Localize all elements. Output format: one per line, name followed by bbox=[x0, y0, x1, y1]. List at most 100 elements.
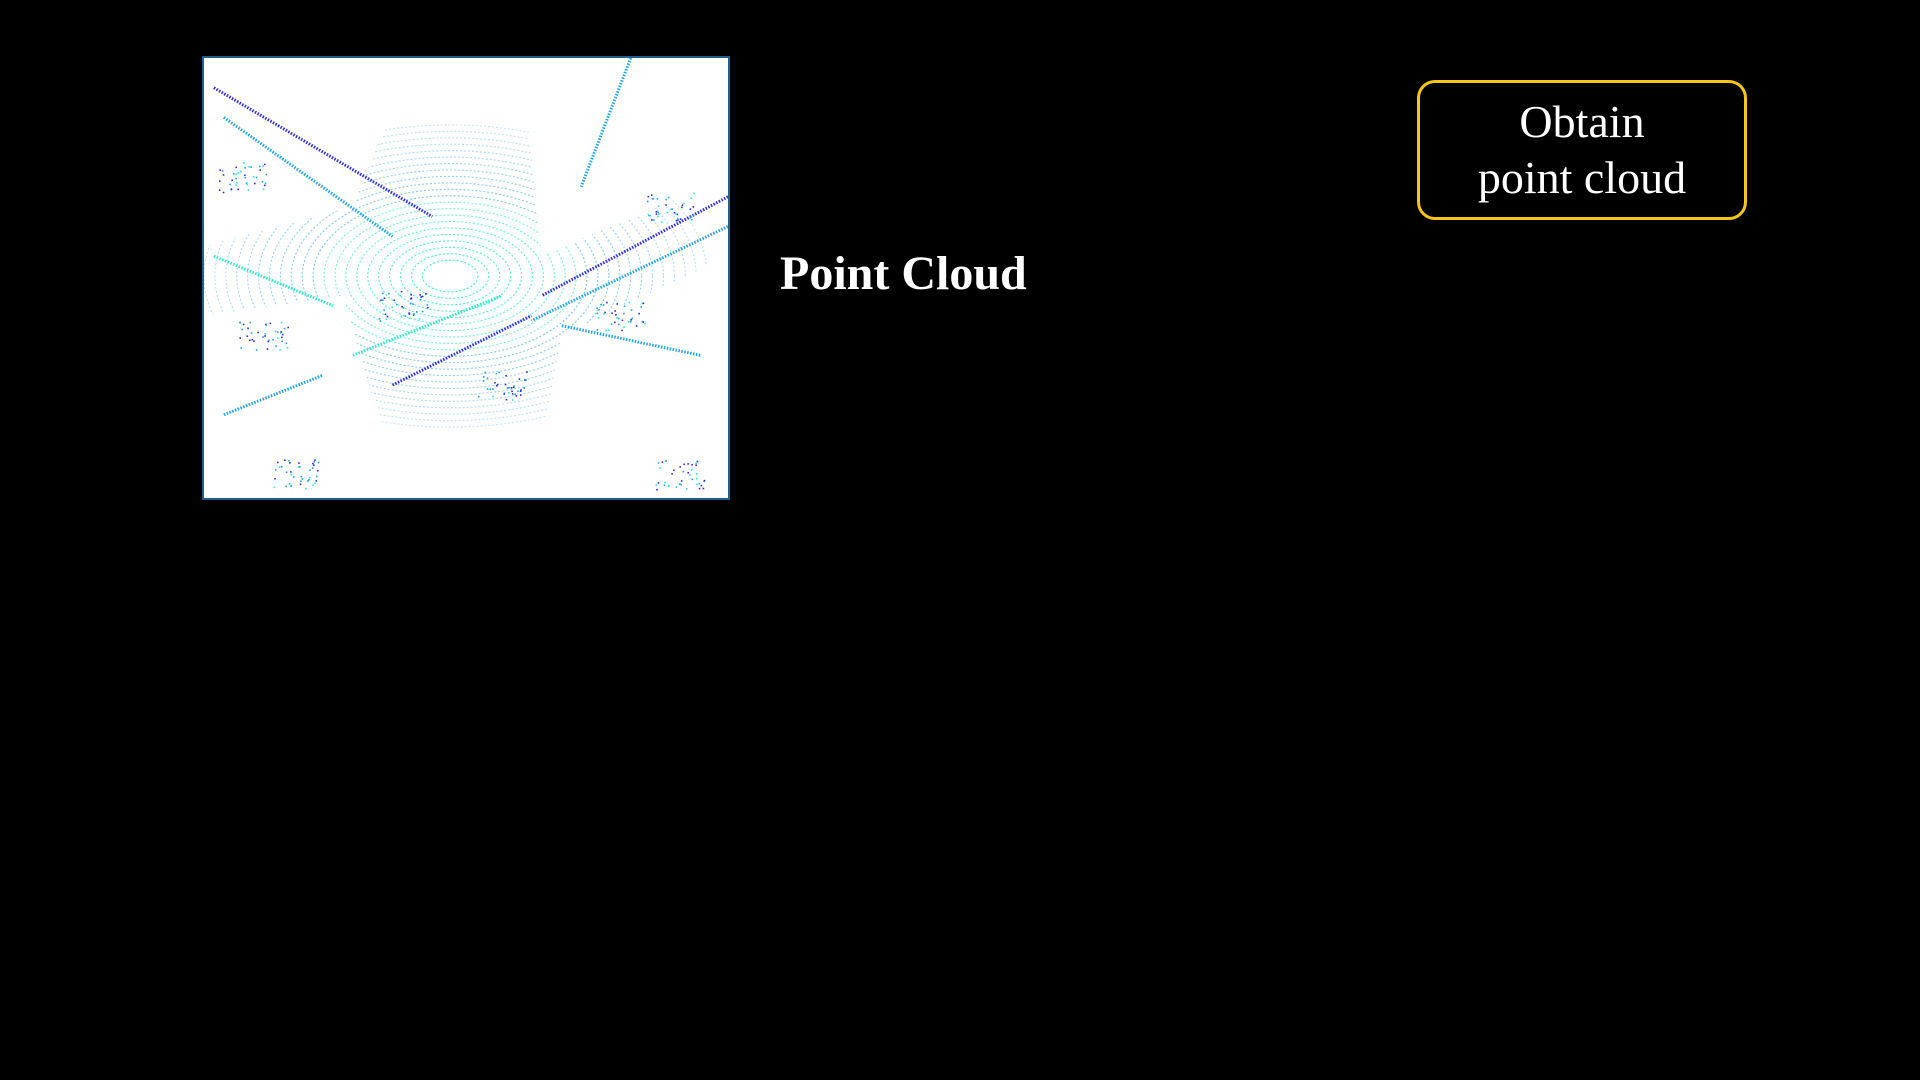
clutter-point bbox=[673, 212, 676, 214]
clutter-point bbox=[281, 336, 283, 339]
clutter-point bbox=[250, 166, 252, 168]
clutter-point bbox=[504, 383, 507, 386]
clutter-point bbox=[281, 340, 283, 343]
clutter-point bbox=[314, 459, 316, 461]
clutter-point bbox=[607, 329, 610, 331]
clutter-point bbox=[511, 393, 514, 395]
clutter-point bbox=[246, 183, 249, 186]
clutter-point bbox=[623, 305, 626, 308]
scan-ring bbox=[399, 246, 501, 306]
clutter-point bbox=[382, 299, 384, 301]
clutter-point bbox=[218, 189, 221, 191]
clutter-point bbox=[695, 462, 698, 465]
clutter-point bbox=[657, 462, 660, 464]
clutter-point bbox=[679, 218, 682, 220]
clutter-point bbox=[638, 312, 640, 315]
clutter-point bbox=[596, 307, 598, 309]
clutter-point bbox=[248, 166, 250, 168]
clutter-point bbox=[410, 298, 412, 300]
clutter-point bbox=[245, 182, 248, 184]
clutter-point bbox=[235, 181, 238, 184]
clutter-point bbox=[691, 463, 693, 466]
clutter-point bbox=[692, 214, 695, 217]
clutter-point bbox=[305, 487, 307, 490]
clutter-point bbox=[285, 342, 288, 345]
clutter-point bbox=[240, 347, 243, 349]
clutter-point bbox=[274, 330, 277, 333]
clutter-point bbox=[681, 206, 683, 209]
clutter-point bbox=[298, 462, 300, 464]
clutter-point bbox=[249, 321, 252, 324]
clutter-point bbox=[698, 487, 701, 490]
clutter-point bbox=[218, 180, 221, 182]
clutter-point bbox=[677, 219, 679, 221]
clutter-point bbox=[495, 372, 498, 375]
clutter-point bbox=[616, 317, 618, 319]
clutter-point bbox=[250, 332, 253, 334]
clutter-point bbox=[247, 189, 250, 191]
clutter-point bbox=[627, 321, 630, 323]
clutter-point bbox=[251, 338, 254, 341]
clutter-point bbox=[252, 175, 255, 178]
clutter-point bbox=[240, 170, 242, 173]
clutter-point bbox=[312, 484, 314, 487]
clutter-point bbox=[265, 173, 268, 176]
clutter-point bbox=[288, 459, 290, 462]
clutter-point bbox=[505, 398, 508, 401]
clutter-point bbox=[692, 206, 695, 208]
clutter-point bbox=[222, 174, 225, 176]
clutter-point bbox=[513, 385, 515, 388]
clutter-point bbox=[646, 200, 649, 203]
clutter-point bbox=[511, 390, 513, 393]
clutter-point bbox=[605, 329, 607, 332]
clutter-point bbox=[244, 167, 246, 169]
clutter-point bbox=[274, 469, 277, 471]
empty-block bbox=[521, 58, 728, 257]
clutter-point bbox=[300, 480, 302, 483]
clutter-point bbox=[482, 380, 485, 382]
clutter-point bbox=[642, 302, 645, 305]
clutter-point bbox=[400, 290, 403, 293]
clutter-point bbox=[246, 335, 249, 337]
clutter-point bbox=[523, 387, 526, 389]
clutter-point bbox=[280, 465, 283, 468]
clutter-point bbox=[695, 477, 698, 480]
clutter-point bbox=[700, 484, 703, 487]
clutter-point bbox=[598, 309, 600, 311]
clutter-point bbox=[382, 292, 384, 295]
clutter-point bbox=[686, 488, 688, 490]
clutter-point bbox=[703, 479, 706, 482]
clutter-point bbox=[388, 292, 390, 295]
clutter-point bbox=[275, 345, 277, 347]
clutter-point bbox=[671, 473, 673, 475]
clutter-point bbox=[264, 335, 266, 337]
clutter-point bbox=[379, 320, 382, 322]
clutter-point bbox=[421, 295, 424, 298]
clutter-point bbox=[272, 338, 274, 341]
clutter-point bbox=[486, 388, 489, 390]
clutter-point bbox=[287, 326, 289, 329]
clutter-point bbox=[610, 323, 613, 325]
clutter-point bbox=[505, 374, 507, 377]
clutter-point bbox=[519, 390, 522, 393]
clutter-point bbox=[687, 463, 689, 465]
clutter-point bbox=[675, 486, 678, 488]
clutter-point bbox=[290, 485, 293, 487]
clutter-point bbox=[665, 198, 667, 201]
clutter-point bbox=[289, 462, 291, 464]
clutter-point bbox=[426, 304, 429, 306]
clutter-point bbox=[678, 483, 681, 485]
clutter-point bbox=[494, 381, 496, 384]
clutter-point bbox=[276, 461, 279, 464]
clutter-point bbox=[656, 488, 658, 491]
clutter-point bbox=[702, 487, 705, 490]
clutter-point bbox=[526, 371, 528, 373]
clutter-point bbox=[644, 322, 646, 325]
clutter-point bbox=[489, 388, 492, 390]
clutter-point bbox=[378, 318, 381, 320]
clutter-point bbox=[265, 324, 268, 326]
clutter-point bbox=[657, 205, 660, 207]
clutter-point bbox=[525, 379, 527, 381]
clutter-point bbox=[615, 314, 617, 316]
clutter-point bbox=[690, 468, 693, 471]
